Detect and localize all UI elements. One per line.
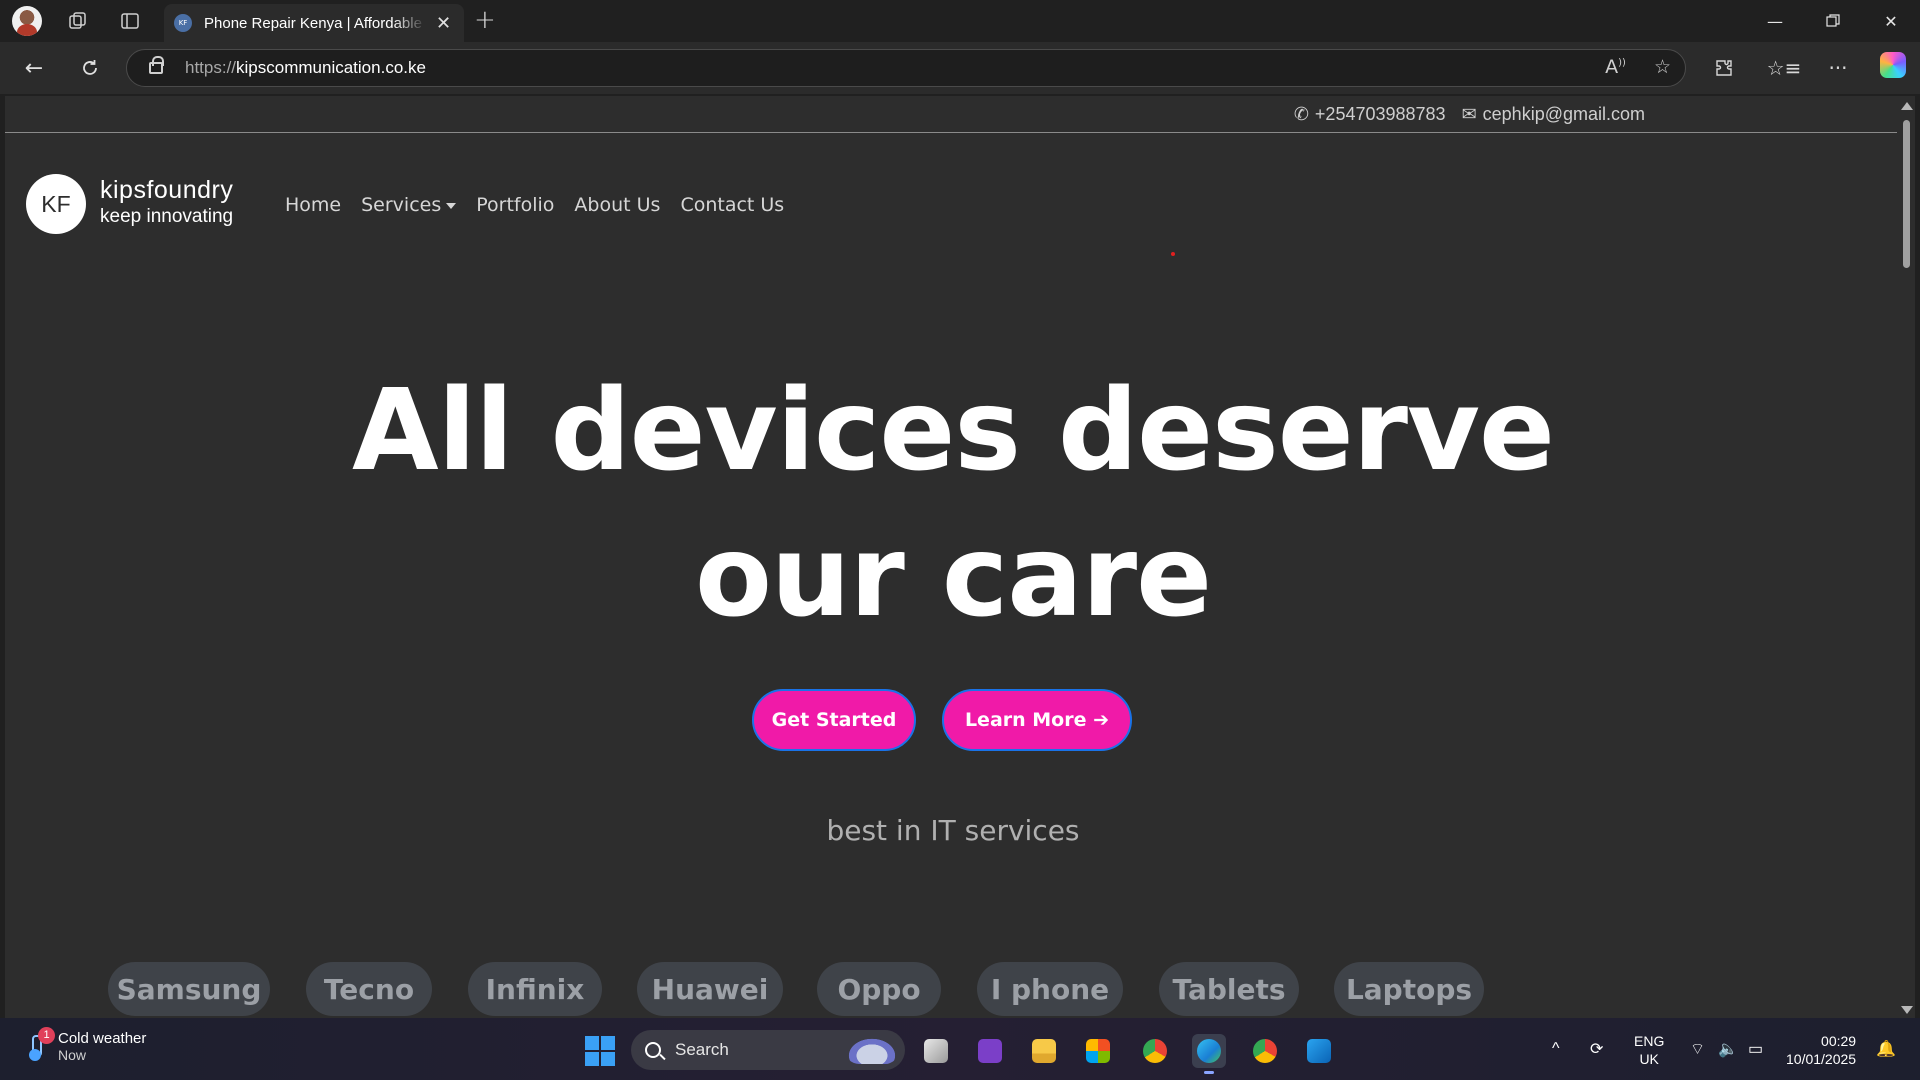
edge-icon[interactable] bbox=[1192, 1034, 1226, 1074]
weather-title: Cold weather bbox=[58, 1030, 147, 1047]
lock-icon[interactable] bbox=[149, 56, 164, 74]
learn-more-button[interactable]: Learn More ➔ bbox=[942, 689, 1132, 751]
hero-line-2: our care bbox=[694, 512, 1212, 642]
phone-icon: ✆ bbox=[1293, 104, 1309, 124]
microsoft-store-icon[interactable] bbox=[1081, 1034, 1115, 1068]
device-brand-list: Samsung Tecno Infinix Huawei Oppo I phon… bbox=[5, 962, 1901, 1018]
tab-title: Phone Repair Kenya | Affordable & Reliab… bbox=[204, 14, 426, 32]
refresh-icon[interactable] bbox=[74, 52, 106, 84]
email-contact[interactable]: ✉ cephkip@gmail.com bbox=[1462, 104, 1645, 125]
get-started-button[interactable]: Get Started bbox=[752, 689, 916, 751]
tab-close-icon[interactable]: ✕ bbox=[436, 13, 451, 34]
brand-pill-huawei[interactable]: Huawei bbox=[637, 962, 783, 1016]
weather-subtitle: Now bbox=[58, 1047, 87, 1063]
brand-block[interactable]: kipsfoundry keep innovating bbox=[100, 176, 233, 228]
page-scrollbar[interactable] bbox=[1897, 96, 1915, 1018]
clock-date: 10/01/2025 bbox=[1786, 1051, 1857, 1067]
windows-taskbar: 1 Cold weather Now Search ^ ⟳ ENG UK ⌔ 🔈… bbox=[0, 1018, 1920, 1080]
read-aloud-icon[interactable]: A)) bbox=[1605, 56, 1626, 78]
address-bar[interactable]: https://kipscommunication.co.ke A)) ☆ bbox=[126, 49, 1686, 87]
file-explorer-icon[interactable] bbox=[1027, 1034, 1061, 1068]
favorite-star-icon[interactable]: ☆ bbox=[1654, 56, 1671, 78]
hero-heading: All devices deserve our care bbox=[5, 358, 1901, 650]
contact-topbar: ✆ +254703988783 ✉ cephkip@gmail.com bbox=[5, 96, 1901, 133]
brand-pill-infinix[interactable]: Infinix bbox=[468, 962, 602, 1016]
notification-badge: 1 bbox=[38, 1026, 55, 1044]
brand-pill-laptops[interactable]: Laptops bbox=[1334, 962, 1484, 1016]
site-logo[interactable]: KF bbox=[26, 174, 86, 234]
scroll-up-icon[interactable] bbox=[1901, 102, 1913, 110]
hero-subtitle: best in IT services bbox=[826, 814, 1080, 847]
chrome-icon[interactable] bbox=[1138, 1034, 1172, 1068]
search-icon bbox=[645, 1042, 661, 1058]
nav-about[interactable]: About Us bbox=[574, 194, 660, 216]
arrow-right-icon: ➔ bbox=[1093, 709, 1110, 731]
clock-time: 00:29 bbox=[1821, 1033, 1857, 1049]
restore-icon[interactable] bbox=[1810, 6, 1856, 36]
show-hidden-icons[interactable]: ^ bbox=[1552, 1018, 1560, 1080]
chrome-profile-icon[interactable] bbox=[1248, 1034, 1282, 1068]
minimize-icon[interactable]: — bbox=[1752, 6, 1798, 36]
volume-icon[interactable]: 🔈 bbox=[1718, 1018, 1738, 1080]
task-view-icon[interactable] bbox=[919, 1034, 953, 1068]
back-icon[interactable]: ← bbox=[18, 52, 50, 84]
favorites-list-icon[interactable]: ☆≡ bbox=[1767, 52, 1802, 84]
search-label: Search bbox=[675, 1040, 729, 1059]
language-indicator[interactable]: ENG UK bbox=[1634, 1032, 1664, 1068]
thermometer-icon: 1 bbox=[24, 1026, 55, 1061]
brand-name: kipsfoundry bbox=[100, 176, 234, 204]
taskbar-search[interactable]: Search bbox=[631, 1030, 905, 1070]
brand-tagline: keep innovating bbox=[100, 206, 234, 227]
search-highlight-icon bbox=[845, 1036, 899, 1064]
lang-region: UK bbox=[1639, 1051, 1659, 1067]
active-indicator bbox=[1204, 1071, 1214, 1074]
scroll-down-icon[interactable] bbox=[1901, 1006, 1913, 1014]
brand-pill-iphone[interactable]: I phone bbox=[977, 962, 1123, 1016]
scroll-thumb[interactable] bbox=[1903, 120, 1910, 268]
wifi-icon[interactable]: ⌔ bbox=[1690, 1018, 1705, 1080]
caret-down-icon bbox=[446, 202, 457, 209]
brand-pill-oppo[interactable]: Oppo bbox=[817, 962, 941, 1016]
nav-contact[interactable]: Contact Us bbox=[680, 194, 784, 216]
address-bar-row: ← https://kipscommunication.co.ke A)) ☆ … bbox=[0, 42, 1920, 94]
sync-icon[interactable]: ⟳ bbox=[1590, 1018, 1603, 1080]
battery-icon[interactable]: ▭ bbox=[1748, 1018, 1763, 1080]
browser-titlebar: KF Phone Repair Kenya | Affordable & Rel… bbox=[0, 0, 1920, 42]
more-menu-icon[interactable]: ··· bbox=[1822, 52, 1854, 84]
brand-pill-tecno[interactable]: Tecno bbox=[306, 962, 432, 1016]
active-tab[interactable]: KF Phone Repair Kenya | Affordable & Rel… bbox=[164, 4, 464, 42]
clipchamp-icon[interactable] bbox=[973, 1034, 1007, 1068]
envelope-icon: ✉ bbox=[1461, 104, 1477, 124]
copilot-icon[interactable] bbox=[1880, 52, 1906, 78]
url-text[interactable]: https://kipscommunication.co.ke bbox=[185, 58, 426, 78]
tab-favicon-icon: KF bbox=[174, 14, 192, 32]
cursor-dot bbox=[1171, 252, 1175, 256]
close-window-icon[interactable]: ✕ bbox=[1868, 6, 1914, 36]
weather-widget[interactable]: 1 Cold weather Now bbox=[24, 1026, 147, 1063]
new-tab-icon[interactable]: + bbox=[474, 5, 496, 35]
profile-avatar[interactable] bbox=[12, 6, 42, 36]
brand-pill-samsung[interactable]: Samsung bbox=[108, 962, 270, 1016]
system-clock[interactable]: 00:29 10/01/2025 bbox=[1786, 1032, 1856, 1068]
brand-pill-tablets[interactable]: Tablets bbox=[1159, 962, 1299, 1016]
nav-services[interactable]: Services bbox=[361, 194, 457, 216]
vscode-icon[interactable] bbox=[1302, 1034, 1336, 1068]
main-nav: Home Services Portfolio About Us Contact… bbox=[285, 194, 784, 216]
nav-portfolio[interactable]: Portfolio bbox=[476, 194, 554, 216]
notifications-bell-icon[interactable]: 🔔 bbox=[1876, 1018, 1896, 1080]
extensions-icon[interactable] bbox=[1708, 52, 1740, 84]
hero-line-1: All devices deserve bbox=[352, 366, 1555, 496]
vertical-tabs-icon[interactable] bbox=[114, 5, 146, 37]
page-viewport: ✆ +254703988783 ✉ cephkip@gmail.com KF kip… bbox=[5, 96, 1901, 1018]
nav-home[interactable]: Home bbox=[285, 194, 341, 216]
workspaces-icon[interactable] bbox=[62, 5, 94, 37]
phone-contact[interactable]: ✆ +254703988783 bbox=[1294, 104, 1446, 125]
lang-code: ENG bbox=[1634, 1033, 1665, 1049]
windows-start-icon[interactable] bbox=[585, 1036, 615, 1066]
